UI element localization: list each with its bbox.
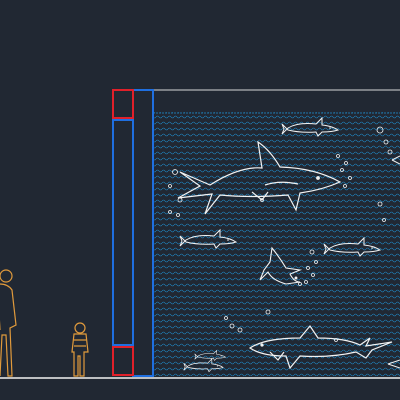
top-red-detail — [112, 89, 134, 119]
child-figure — [71, 322, 89, 377]
aquarium-elevation-drawing — [0, 89, 400, 379]
cad-drawing-canvas — [0, 0, 400, 400]
tank-wall — [112, 89, 154, 377]
adult-figure — [0, 269, 17, 377]
water-body — [153, 112, 400, 376]
bottom-red-detail — [112, 346, 134, 376]
